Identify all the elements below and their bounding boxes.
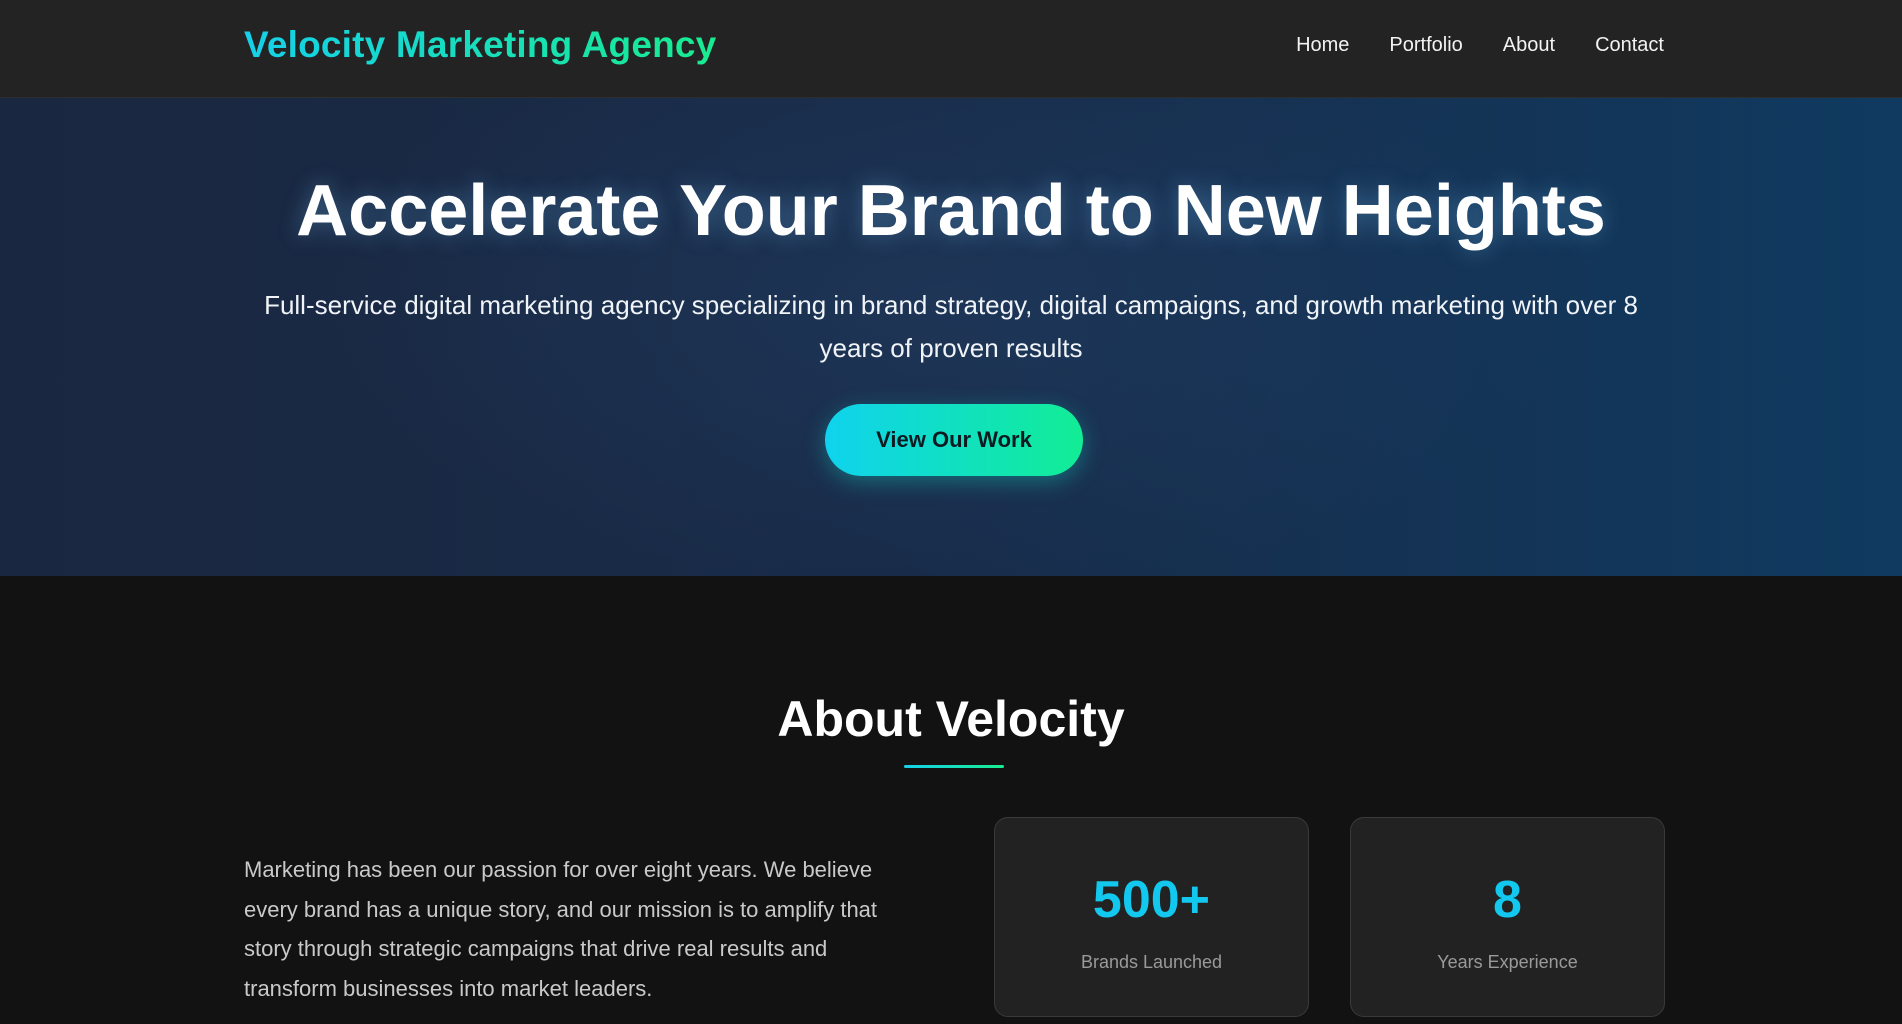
navbar: Velocity Marketing Agency Home Portfolio… [0,0,1902,98]
title-underline [904,765,1004,768]
nav-link-about[interactable]: About [1503,34,1555,57]
stat-label: Brands Launched [1080,952,1223,972]
stat-label: Years Experience [1437,952,1578,972]
nav-link-portfolio[interactable]: Portfolio [1389,34,1462,57]
stat-value: 8 [1493,871,1522,929]
nav-links: Home Portfolio About Contact [1296,34,1664,57]
nav-link-contact[interactable]: Contact [1595,34,1664,57]
stat-card-years: 8 Years Experience [1350,817,1665,1017]
view-our-work-button[interactable]: View Our Work [825,404,1083,476]
stat-card-brands: 500+ Brands Launched [994,817,1309,1017]
about-title: About Velocity [777,691,1125,747]
hero-section: Accelerate Your Brand to New Heights Ful… [0,98,1902,576]
hero-title: Accelerate Your Brand to New Heights [296,171,1606,251]
nav-link-home[interactable]: Home [1296,34,1349,57]
stat-value: 500+ [1092,871,1211,929]
brand-logo-text[interactable]: Velocity Marketing Agency [244,24,716,66]
about-description: Marketing has been our passion for over … [244,857,878,1001]
hero-subtitle: Full-service digital marketing agency sp… [264,290,1638,363]
